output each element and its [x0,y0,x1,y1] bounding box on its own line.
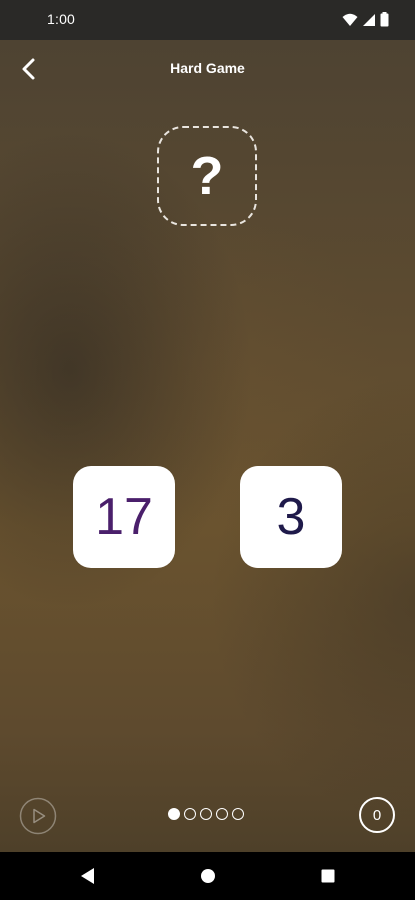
answer-slot: ? [157,126,257,226]
score-value: 0 [372,806,382,824]
signal-icon [363,13,375,26]
card-value: 17 [95,488,153,546]
nav-back-button[interactable] [78,866,98,886]
recents-square-icon [321,869,335,883]
number-card-1[interactable]: 17 [73,466,175,568]
back-triangle-icon [81,868,94,884]
play-button[interactable] [19,797,57,835]
play-icon [19,797,57,835]
progress-dot-active [168,808,180,820]
status-icons [342,12,389,27]
progress-dot [200,808,212,820]
question-mark: ? [190,146,224,206]
status-bar: 1:00 [0,0,415,40]
nav-home-button[interactable] [198,866,218,886]
progress-dot [184,808,196,820]
score-counter: 0 [359,797,395,833]
system-nav-bar [0,852,415,900]
progress-dot [232,808,244,820]
card-value: 3 [276,488,306,546]
page-title: Hard Game [170,60,245,76]
battery-icon [380,12,389,27]
wifi-icon [342,13,358,26]
status-time: 1:00 [47,11,76,27]
progress-dots [168,808,244,820]
home-circle-icon [201,869,215,883]
nav-recents-button[interactable] [318,866,338,886]
number-card-2[interactable]: 3 [240,466,342,568]
game-screen: Hard Game ? 17 3 0 [0,40,415,852]
progress-dot [216,808,228,820]
